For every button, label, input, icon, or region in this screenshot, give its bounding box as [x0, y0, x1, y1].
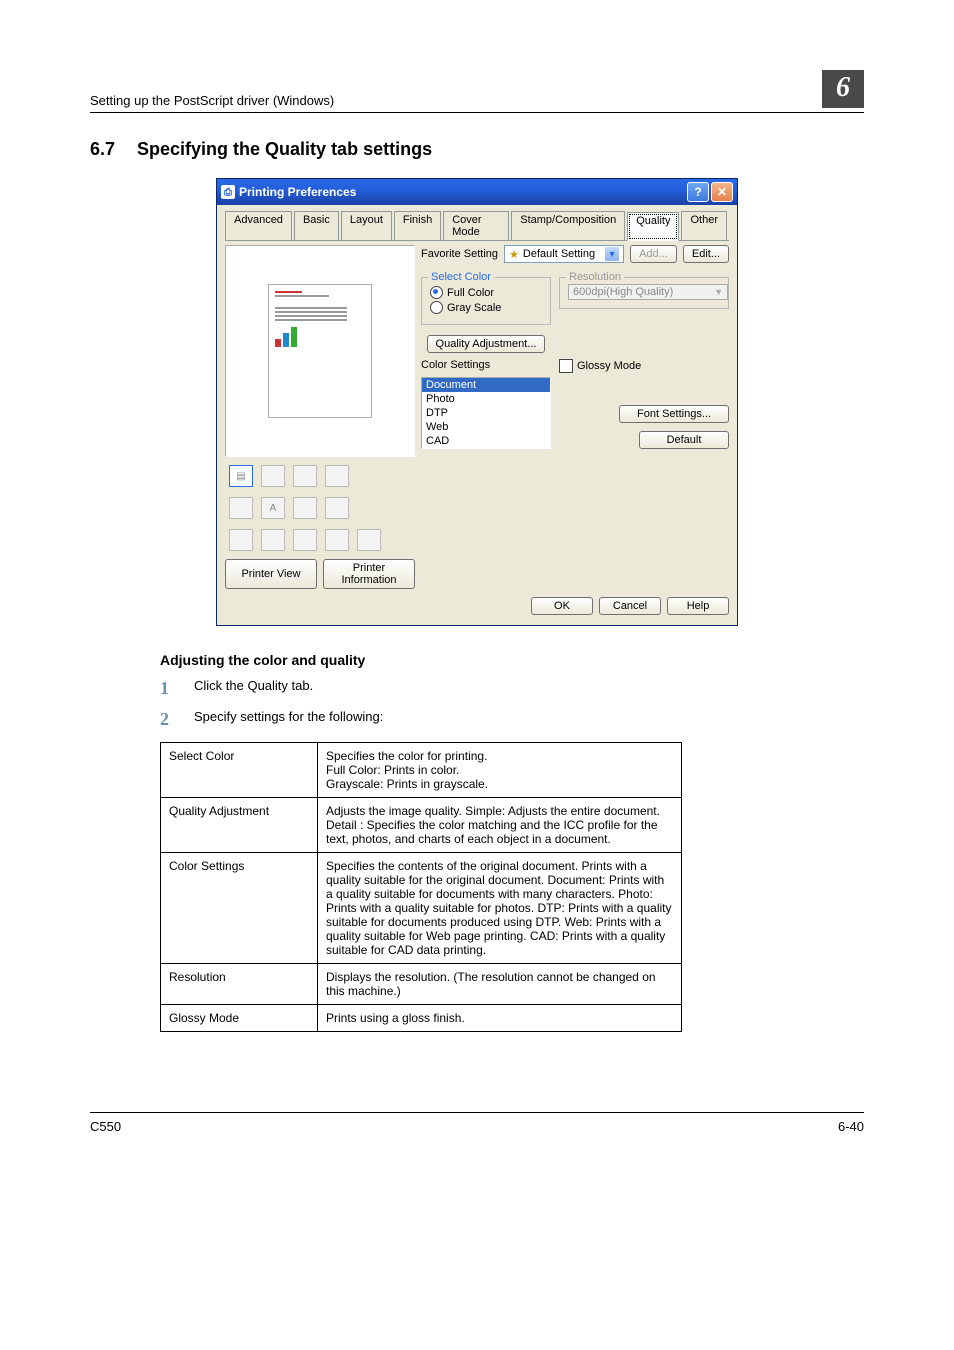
tab-finish[interactable]: Finish — [394, 211, 441, 240]
color-settings-label: Color Settings — [421, 359, 490, 371]
favorite-setting-select[interactable]: ★ Default Setting ▼ — [504, 245, 624, 263]
ok-button[interactable]: OK — [531, 597, 593, 615]
table-cell-val: Specifies the color for printing. Full C… — [318, 743, 682, 798]
full-color-radio[interactable]: Full Color — [430, 286, 542, 299]
chevron-down-icon: ▼ — [714, 287, 723, 297]
layout-thumb-6[interactable]: A — [261, 497, 285, 519]
layout-thumb-9[interactable] — [229, 529, 253, 551]
subheading: Adjusting the color and quality — [160, 652, 864, 668]
list-item[interactable]: DTP — [422, 406, 550, 420]
add-favorite-button[interactable]: Add... — [630, 245, 677, 263]
footer-page: 6-40 — [838, 1119, 864, 1134]
list-item[interactable]: Document — [422, 378, 550, 392]
glossy-mode-label: Glossy Mode — [577, 360, 641, 372]
list-item[interactable]: CAD — [422, 434, 550, 448]
layout-thumb-8[interactable] — [325, 497, 349, 519]
glossy-mode-checkbox[interactable]: Glossy Mode — [559, 359, 729, 373]
settings-table: Select Color Specifies the color for pri… — [160, 742, 682, 1032]
table-cell-key: Select Color — [161, 743, 318, 798]
table-row: Resolution Displays the resolution. (The… — [161, 964, 682, 1005]
table-cell-val: Prints using a gloss finish. — [318, 1005, 682, 1032]
table-row: Color Settings Specifies the contents of… — [161, 853, 682, 964]
layout-thumb-12[interactable] — [325, 529, 349, 551]
table-cell-val: Adjusts the image quality. Simple: Adjus… — [318, 798, 682, 853]
favorite-setting-value: Default Setting — [523, 248, 595, 260]
gray-scale-radio[interactable]: Gray Scale — [430, 301, 542, 314]
cancel-button[interactable]: Cancel — [599, 597, 661, 615]
chevron-down-icon: ▼ — [605, 247, 619, 261]
printer-information-button[interactable]: Printer Information — [323, 559, 415, 589]
table-row: Glossy Mode Prints using a gloss finish. — [161, 1005, 682, 1032]
favorite-setting-label: Favorite Setting — [421, 248, 498, 260]
titlebar-help-button[interactable]: ? — [687, 182, 709, 202]
help-button[interactable]: Help — [667, 597, 729, 615]
tab-stamp-composition[interactable]: Stamp/Composition — [511, 211, 625, 240]
tab-other[interactable]: Other — [681, 211, 727, 240]
star-icon: ★ — [509, 248, 519, 261]
list-item[interactable]: Web — [422, 420, 550, 434]
layout-thumb-7[interactable] — [293, 497, 317, 519]
table-cell-key: Resolution — [161, 964, 318, 1005]
full-color-label: Full Color — [447, 287, 494, 299]
section-number: 6.7 — [90, 139, 115, 160]
close-button[interactable]: ✕ — [711, 182, 733, 202]
printing-preferences-dialog: ⎙ Printing Preferences ? ✕ Advanced Basi… — [216, 178, 738, 626]
checkbox-icon — [559, 359, 573, 373]
titlebar: ⎙ Printing Preferences ? ✕ — [217, 179, 737, 205]
layout-thumb-13[interactable] — [357, 529, 381, 551]
tab-quality[interactable]: Quality — [627, 212, 679, 241]
table-row: Quality Adjustment Adjusts the image qua… — [161, 798, 682, 853]
printer-icon: ⎙ — [221, 185, 235, 199]
tab-strip: Advanced Basic Layout Finish Cover Mode … — [225, 211, 729, 241]
radio-icon — [430, 286, 443, 299]
default-button[interactable]: Default — [639, 431, 729, 449]
tab-advanced[interactable]: Advanced — [225, 211, 292, 240]
table-cell-key: Glossy Mode — [161, 1005, 318, 1032]
table-row: Select Color Specifies the color for pri… — [161, 743, 682, 798]
section-title: Specifying the Quality tab settings — [137, 139, 432, 160]
resolution-select: 600dpi(High Quality) ▼ — [568, 284, 728, 300]
resolution-group: Resolution 600dpi(High Quality) ▼ — [559, 277, 729, 309]
layout-thumb-10[interactable] — [261, 529, 285, 551]
table-cell-val: Specifies the contents of the original d… — [318, 853, 682, 964]
running-header: Setting up the PostScript driver (Window… — [90, 93, 334, 108]
gray-scale-label: Gray Scale — [447, 302, 501, 314]
chapter-number: 6 — [822, 70, 864, 108]
printer-view-button[interactable]: Printer View — [225, 559, 317, 589]
select-color-group: Select Color Full Color Gray Scale — [421, 277, 551, 325]
table-cell-key: Quality Adjustment — [161, 798, 318, 853]
quality-adjustment-button[interactable]: Quality Adjustment... — [427, 335, 546, 353]
resolution-label: Resolution — [566, 271, 624, 283]
step-number: 2 — [160, 709, 176, 730]
layout-thumb-2[interactable] — [261, 465, 285, 487]
table-cell-key: Color Settings — [161, 853, 318, 964]
select-color-label: Select Color — [428, 271, 494, 283]
step-text: Click the Quality tab. — [194, 678, 313, 699]
resolution-value: 600dpi(High Quality) — [573, 286, 673, 298]
layout-thumb-11[interactable] — [293, 529, 317, 551]
table-cell-val: Displays the resolution. (The resolution… — [318, 964, 682, 1005]
layout-thumb-1[interactable]: ▤ — [229, 465, 253, 487]
radio-icon — [430, 301, 443, 314]
list-item[interactable]: Photo — [422, 392, 550, 406]
tab-cover-mode[interactable]: Cover Mode — [443, 211, 509, 240]
layout-thumb-3[interactable] — [293, 465, 317, 487]
layout-thumb-5[interactable] — [229, 497, 253, 519]
layout-thumb-4[interactable] — [325, 465, 349, 487]
dialog-title: Printing Preferences — [239, 185, 356, 199]
tab-basic[interactable]: Basic — [294, 211, 339, 240]
font-settings-button[interactable]: Font Settings... — [619, 405, 729, 423]
step-number: 1 — [160, 678, 176, 699]
edit-favorite-button[interactable]: Edit... — [683, 245, 729, 263]
color-settings-listbox[interactable]: Document Photo DTP Web CAD — [421, 377, 551, 449]
footer-model: C550 — [90, 1119, 121, 1134]
step-text: Specify settings for the following: — [194, 709, 383, 730]
print-preview — [225, 245, 415, 457]
tab-layout[interactable]: Layout — [341, 211, 392, 240]
